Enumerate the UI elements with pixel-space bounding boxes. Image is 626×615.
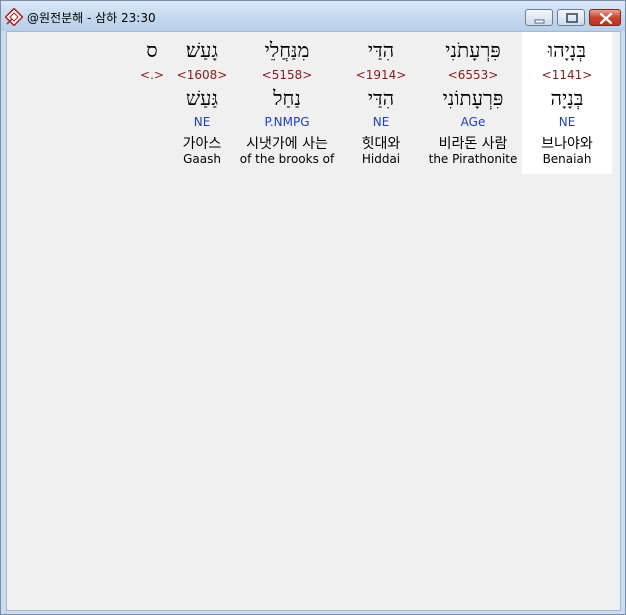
word-column[interactable]: ס <.> xyxy=(135,32,169,174)
korean-gloss: 힛대와 xyxy=(361,136,401,152)
english-gloss: the Pirathonite xyxy=(428,152,518,166)
word-column[interactable]: הִדַּי <1914> הִדַּי NE 힛대와 Hiddai xyxy=(346,32,416,174)
hebrew-word[interactable]: מִנַּחֲלֵי xyxy=(235,38,339,63)
hebrew-word[interactable]: ס xyxy=(135,38,169,63)
lemma: גַּעַשׁ xyxy=(185,86,219,110)
interlinear-panel: בְּנָיָהוּ <1141> בְּנָיָה NE 브나야와 Benai… xyxy=(6,31,621,611)
word-column[interactable]: פִּרְעָתֹנִי <6553> פִּרְעָתוֹנִי AGe 비라… xyxy=(423,32,523,174)
minimize-button[interactable] xyxy=(525,9,553,26)
window-title: @원전분해 - 삼하 23:30 xyxy=(27,11,156,25)
close-button[interactable] xyxy=(589,9,621,26)
strong-number[interactable]: <1914> xyxy=(346,68,416,82)
korean-gloss: 시냇가에 사는 xyxy=(246,136,328,152)
word-column[interactable]: בְּנָיָהוּ <1141> בְּנָיָה NE 브나야와 Benai… xyxy=(522,32,612,174)
english-gloss: Gaash xyxy=(183,152,221,166)
parsing-code: NE xyxy=(558,115,576,129)
maximize-button[interactable] xyxy=(557,9,585,26)
parsing-code: AGe xyxy=(460,115,486,129)
english-gloss: Hiddai xyxy=(361,152,401,166)
english-gloss: of the brooks of xyxy=(239,152,335,166)
hebrew-word[interactable]: הִדַּי xyxy=(346,38,416,63)
parsing-code: P.NMPG xyxy=(264,115,310,129)
strong-number[interactable]: <1608> xyxy=(171,68,233,82)
maximize-icon xyxy=(566,13,578,23)
minimize-icon xyxy=(534,19,545,24)
hebrew-word[interactable]: גָעַשׁ׃ xyxy=(171,38,233,63)
title-bar[interactable]: @원전분해 - 삼하 23:30 xyxy=(1,1,625,31)
korean-gloss: 가아스 xyxy=(182,136,222,152)
app-window: @원전분해 - 삼하 23:30 בְּנָיָהוּ <1141> בְּנָ… xyxy=(0,0,626,615)
bible-app-icon[interactable] xyxy=(4,7,24,27)
strong-number[interactable]: <1141> xyxy=(522,68,612,82)
word-column[interactable]: מִנַּחֲלֵי <5158> נַחַל P.NMPG 시냇가에 사는 o… xyxy=(235,32,339,174)
word-column[interactable]: גָעַשׁ׃ <1608> גַּעַשׁ NE 가아스 Gaash xyxy=(171,32,233,174)
lemma: הִדַּי xyxy=(367,86,395,110)
close-icon xyxy=(599,12,613,25)
hebrew-word[interactable]: בְּנָיָהוּ xyxy=(522,38,612,63)
english-gloss: Benaiah xyxy=(542,152,592,166)
strong-number[interactable]: <5158> xyxy=(235,68,339,82)
korean-gloss: 브나야와 xyxy=(541,136,593,152)
parsing-code: NE xyxy=(193,115,211,129)
strong-number[interactable]: <.> xyxy=(135,68,169,82)
hebrew-word[interactable]: פִּרְעָתֹנִי xyxy=(423,38,523,63)
lemma: נַחַל xyxy=(273,86,301,110)
lemma: בְּנָיָה xyxy=(550,86,584,110)
lemma: פִּרְעָתוֹנִי xyxy=(442,86,504,110)
strong-number[interactable]: <6553> xyxy=(423,68,523,82)
parsing-code: NE xyxy=(372,115,390,129)
korean-gloss: 비라돈 사람 xyxy=(438,136,508,152)
